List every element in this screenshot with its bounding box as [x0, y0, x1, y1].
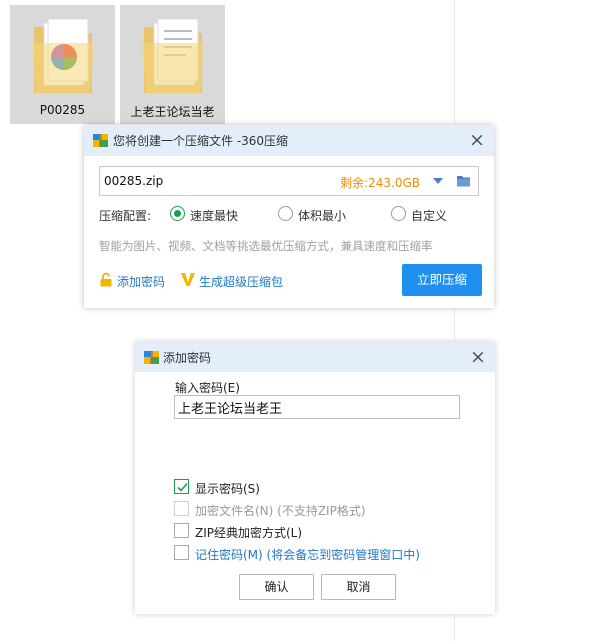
- archive-filename-field[interactable]: 00285.zip 剩余:243.0GB: [99, 166, 479, 196]
- compress-dialog: 您将创建一个压缩文件 -360压缩 × 00285.zip 剩余:243.0GB…: [84, 125, 494, 308]
- folder-name: P00285: [39, 103, 86, 117]
- compress-dialog-title: 您将创建一个压缩文件 -360压缩: [113, 134, 289, 148]
- checkbox-box: [174, 479, 189, 494]
- compress-dialog-titlebar: 您将创建一个压缩文件 -360压缩 ×: [84, 125, 494, 156]
- add-password-label: 添加密码: [117, 275, 166, 289]
- folder-with-image-icon: [32, 18, 94, 93]
- password-dialog-titlebar: 添加密码 ×: [135, 342, 495, 372]
- password-input[interactable]: [174, 395, 460, 419]
- checkbox-label: 加密文件名(N) (不支持ZIP格式): [195, 504, 366, 518]
- cancel-button[interactable]: 取消: [321, 574, 396, 600]
- add-password-dialog: 添加密码 × 输入密码(E) 显示密码(S) 加密文件名(N) (不支持ZIP格…: [135, 342, 495, 614]
- radio-checked-icon: [170, 206, 185, 221]
- close-icon[interactable]: ×: [466, 128, 488, 152]
- checkbox-box: [174, 523, 189, 538]
- 360-zip-app-icon: [144, 351, 159, 364]
- 360-zip-app-icon: [93, 134, 108, 147]
- chevron-down-icon[interactable]: [431, 174, 445, 188]
- checkbox-label: ZIP经典加密方式(L): [195, 526, 303, 540]
- super-pack-label: 生成超级压缩包: [199, 275, 284, 289]
- password-input-label: 输入密码(E): [175, 381, 240, 395]
- close-icon[interactable]: ×: [467, 345, 489, 369]
- checkbox-box: [174, 501, 189, 516]
- radio-label: 体积最小: [298, 209, 347, 223]
- password-dialog-title: 添加密码: [163, 351, 212, 365]
- folder-name: 上老王论坛当老: [130, 105, 215, 119]
- folder-item-p00285[interactable]: P00285: [10, 5, 115, 124]
- folder-with-documents-icon: [142, 18, 204, 93]
- v-badge-icon: [181, 273, 195, 286]
- compress-config-label: 压缩配置:: [99, 209, 152, 223]
- radio-label: 自定义: [411, 209, 448, 223]
- compress-now-button[interactable]: 立即压缩: [402, 264, 482, 296]
- folder-item-laowang[interactable]: 上老王论坛当老: [120, 5, 225, 124]
- checkbox-label: 显示密码(S): [195, 482, 260, 496]
- lock-open-icon: [100, 272, 112, 287]
- disk-remaining-text: 剩余:243.0GB: [340, 176, 420, 190]
- compress-hint-text: 智能为图片、视频、文档等挑选最优压缩方式，兼具速度和压缩率: [99, 239, 433, 253]
- radio-label: 速度最快: [190, 209, 239, 223]
- confirm-button[interactable]: 确认: [239, 574, 314, 600]
- checkbox-box: [174, 545, 189, 560]
- archive-filename: 00285.zip: [104, 174, 164, 188]
- checkmark-icon: [177, 482, 188, 492]
- checkbox-label: 记住密码(M) (将会备忘到密码管理窗口中): [195, 548, 420, 562]
- radio-unchecked-icon: [278, 206, 293, 221]
- folder-browse-icon[interactable]: [456, 174, 471, 188]
- radio-unchecked-icon: [391, 206, 406, 221]
